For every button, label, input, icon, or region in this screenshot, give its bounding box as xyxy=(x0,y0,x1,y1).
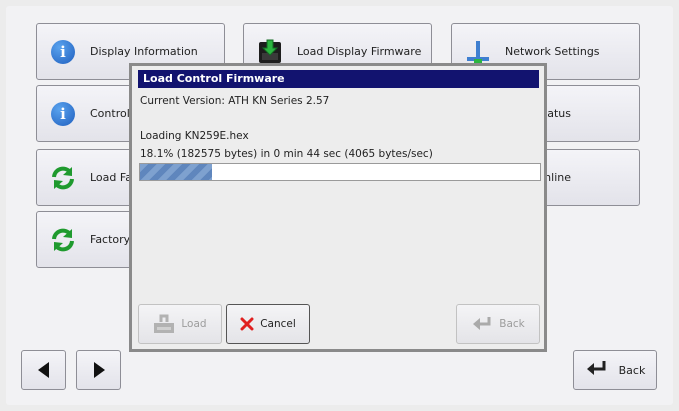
upload-device-icon xyxy=(154,314,175,333)
dialog-back-label: Back xyxy=(499,318,525,330)
load-display-firmware-label: Load Display Firmware xyxy=(297,45,422,58)
arrow-right-icon xyxy=(93,362,105,378)
next-page-button[interactable] xyxy=(76,350,121,390)
load-control-firmware-dialog: Load Control Firmware Current Version: A… xyxy=(129,63,547,352)
return-arrow-icon xyxy=(473,317,491,330)
return-arrow-icon xyxy=(585,359,609,382)
progress-fill xyxy=(140,164,213,180)
dialog-title: Load Control Firmware xyxy=(138,70,539,88)
dialog-back-button[interactable]: Back xyxy=(456,304,540,344)
progress-bar xyxy=(139,163,541,181)
cancel-label: Cancel xyxy=(260,318,296,330)
info-icon: i xyxy=(50,101,76,127)
back-label: Back xyxy=(618,363,646,377)
info-icon: i xyxy=(50,39,76,65)
download-icon xyxy=(257,39,283,65)
progress-status-text: 18.1% (182575 bytes) in 0 min 44 sec (40… xyxy=(140,148,433,160)
current-version-text: Current Version: ATH KN Series 2.57 xyxy=(140,95,330,107)
arrow-left-icon xyxy=(37,362,49,378)
close-icon xyxy=(240,317,254,331)
loading-file-text: Loading KN259E.hex xyxy=(140,130,249,142)
refresh-icon xyxy=(50,227,76,253)
back-button[interactable]: Back xyxy=(573,350,657,390)
display-information-label: Display Information xyxy=(90,45,198,58)
load-label: Load xyxy=(181,318,207,330)
cancel-button[interactable]: Cancel xyxy=(226,304,310,344)
previous-page-button[interactable] xyxy=(21,350,66,390)
refresh-icon xyxy=(50,165,76,191)
network-icon xyxy=(465,39,491,65)
network-settings-label: Network Settings xyxy=(505,45,600,58)
load-button[interactable]: Load xyxy=(138,304,222,344)
